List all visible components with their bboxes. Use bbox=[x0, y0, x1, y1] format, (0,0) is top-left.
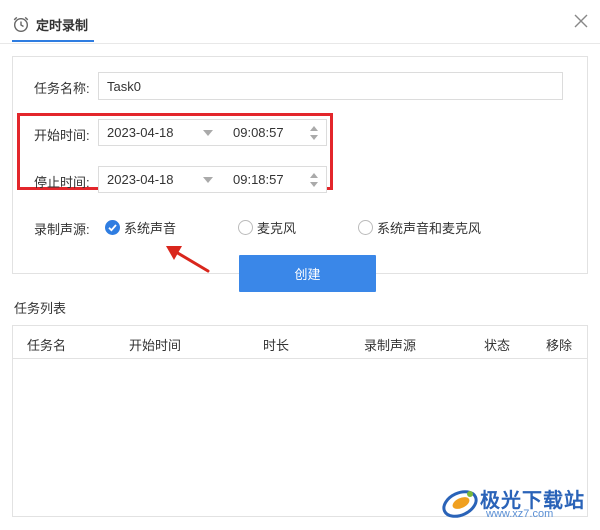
radio-checked-icon bbox=[105, 220, 120, 235]
stop-time-label: 停止时间: bbox=[34, 175, 90, 190]
start-date-value[interactable]: 2023-04-18 bbox=[107, 125, 174, 140]
start-time-spinner-icon[interactable] bbox=[309, 124, 319, 142]
radio-system-and-microphone[interactable]: 系统声音和麦克风 bbox=[358, 218, 481, 237]
radio-microphone[interactable]: 麦克风 bbox=[238, 218, 296, 237]
stop-time-value[interactable]: 09:18:57 bbox=[233, 172, 284, 187]
create-button[interactable]: 创建 bbox=[239, 255, 376, 292]
radio-system-and-microphone-label: 系统声音和麦克风 bbox=[377, 221, 482, 236]
recording-source-label: 录制声源: bbox=[34, 222, 90, 237]
column-task-name[interactable]: 任务名 bbox=[27, 335, 66, 354]
start-datetime-field: 2023-04-18 09:08:57 bbox=[98, 119, 327, 146]
watermark-logo-icon bbox=[442, 490, 478, 518]
stop-date-value[interactable]: 2023-04-18 bbox=[107, 172, 174, 187]
stop-time-spinner-icon[interactable] bbox=[309, 171, 319, 189]
radio-microphone-label: 麦克风 bbox=[257, 221, 297, 236]
column-duration[interactable]: 时长 bbox=[263, 335, 289, 354]
start-time-label: 开始时间: bbox=[34, 128, 90, 143]
close-icon[interactable] bbox=[572, 12, 590, 30]
radio-unchecked-icon bbox=[358, 220, 373, 235]
watermark: 极光下载站 www.xz7.com bbox=[440, 480, 590, 524]
stop-datetime-field: 2023-04-18 09:18:57 bbox=[98, 166, 327, 193]
radio-unchecked-icon bbox=[238, 220, 253, 235]
annotation-arrow-icon bbox=[166, 246, 210, 273]
table-header: 任务名 开始时间 时长 录制声源 状态 移除 bbox=[13, 326, 587, 359]
stop-date-dropdown-icon[interactable] bbox=[203, 177, 213, 183]
start-time-value[interactable]: 09:08:57 bbox=[233, 125, 284, 140]
tab-scheduled-recording[interactable]: 定时录制 bbox=[12, 8, 95, 42]
task-list-title: 任务列表 bbox=[14, 301, 67, 316]
column-remove[interactable]: 移除 bbox=[546, 335, 572, 354]
start-date-dropdown-icon[interactable] bbox=[203, 130, 213, 136]
dialog-title: 定时录制 bbox=[36, 17, 89, 33]
task-name-input[interactable] bbox=[98, 72, 563, 100]
alarm-clock-icon bbox=[12, 15, 30, 33]
title-bar: 定时录制 bbox=[0, 0, 600, 44]
column-start-time[interactable]: 开始时间 bbox=[129, 335, 181, 354]
column-status[interactable]: 状态 bbox=[484, 335, 510, 354]
radio-system-sound-label: 系统声音 bbox=[124, 221, 177, 236]
watermark-url: www.xz7.com bbox=[486, 508, 554, 520]
radio-system-sound[interactable]: 系统声音 bbox=[105, 218, 176, 237]
column-recording-source[interactable]: 录制声源 bbox=[364, 335, 416, 354]
task-name-label: 任务名称: bbox=[34, 81, 90, 96]
